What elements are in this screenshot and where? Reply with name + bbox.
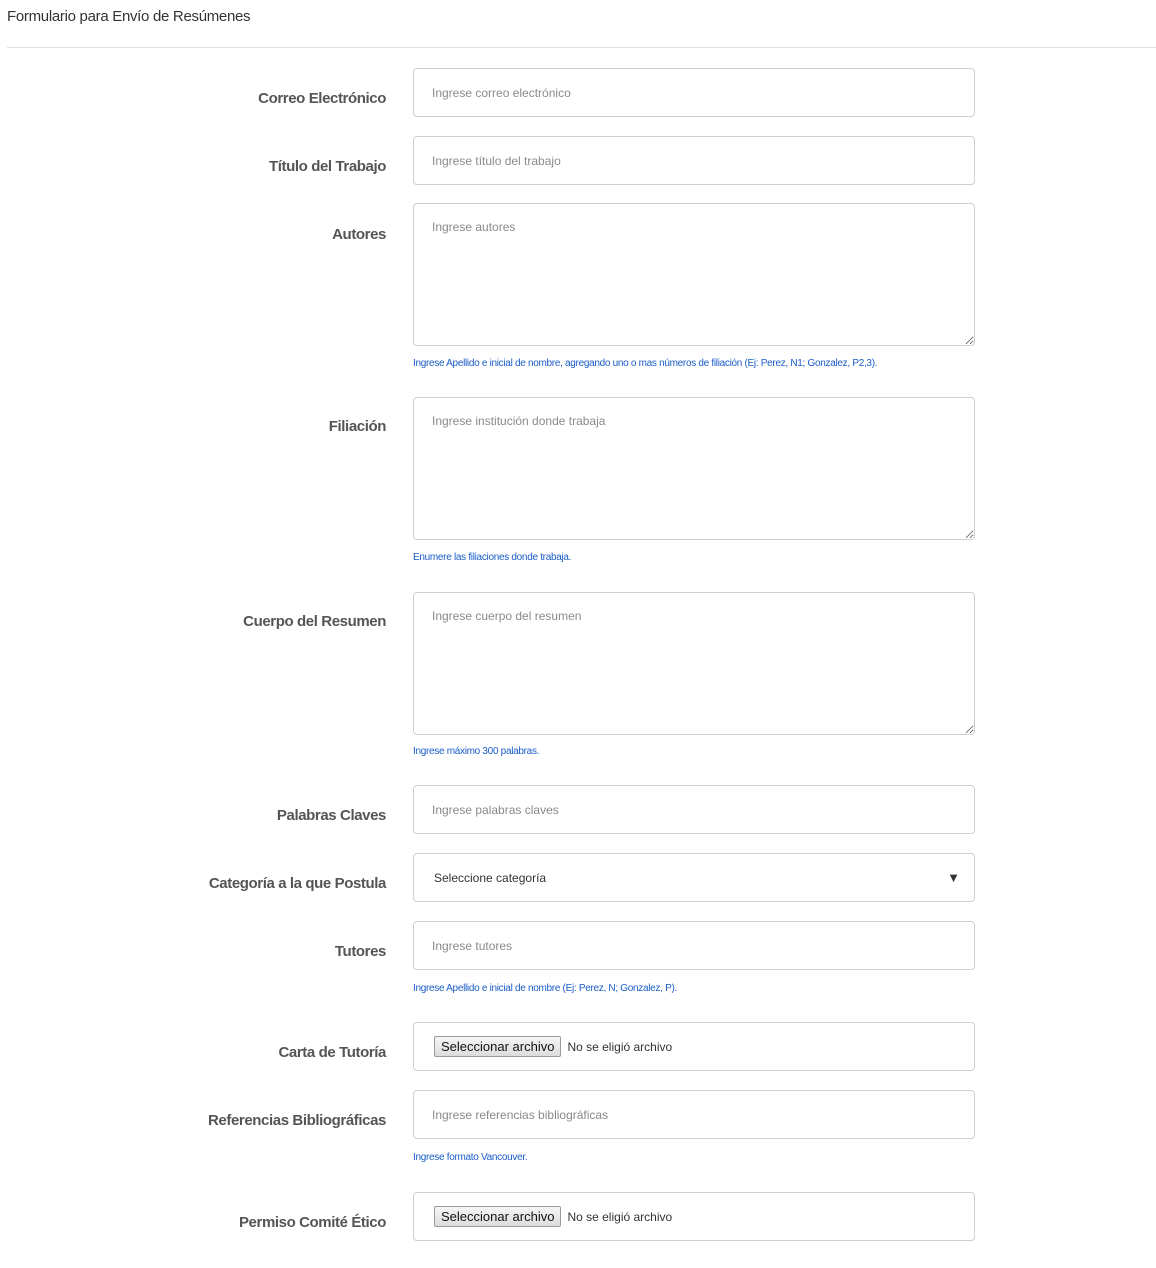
email-label: Correo Electrónico [258, 90, 386, 107]
keywords-field[interactable] [413, 785, 975, 834]
authors-help-text: Ingrese Apellido e inicial de nombre, ag… [413, 358, 878, 369]
references-help-text: Ingrese formato Vancouver. [413, 1152, 528, 1163]
email-field[interactable] [413, 68, 975, 117]
abstract-body-textarea[interactable] [413, 592, 975, 735]
abstract-body-help-text: Ingrese máximo 300 palabras. [413, 746, 540, 757]
tutor-letter-file-status: No se eligió archivo [567, 1039, 673, 1054]
category-select[interactable]: Seleccione categoría ▼ [413, 853, 975, 902]
category-label: Categoría a la que Postula [208, 875, 387, 892]
references-field[interactable] [413, 1090, 975, 1139]
tutors-label: Tutores [334, 943, 386, 960]
affiliation-textarea[interactable] [413, 397, 975, 540]
tutor-letter-select-file-button[interactable]: Seleccionar archivo [434, 1036, 562, 1057]
chevron-down-icon: ▼ [947, 870, 960, 885]
authors-label: Autores [332, 226, 386, 243]
tutors-help-text: Ingrese Apellido e inicial de nombre (Ej… [413, 983, 677, 994]
keywords-label: Palabras Claves [276, 807, 386, 824]
title-field[interactable] [413, 136, 975, 185]
affiliation-label: Filiación [328, 418, 387, 435]
authors-textarea[interactable] [413, 203, 975, 346]
ethics-permit-label: Permiso Comité Ético [238, 1214, 386, 1231]
tutor-letter-label: Carta de Tutoría [278, 1044, 386, 1061]
ethics-permit-select-file-button[interactable]: Seleccionar archivo [434, 1206, 562, 1227]
title-label: Título del Trabajo [269, 158, 386, 175]
tutor-letter-file-input[interactable]: Seleccionar archivo No se eligió archivo [413, 1022, 975, 1071]
ethics-permit-file-input[interactable]: Seleccionar archivo No se eligió archivo [413, 1192, 975, 1241]
references-label: Referencias Bibliográficas [207, 1112, 386, 1129]
abstract-body-label: Cuerpo del Resumen [243, 613, 386, 630]
tutors-field[interactable] [413, 921, 975, 970]
header-divider [7, 47, 1156, 48]
ethics-permit-file-status: No se eligió archivo [567, 1209, 673, 1224]
category-selected-value: Seleccione categoría [434, 870, 547, 885]
affiliation-help-text: Enumere las filiaciones donde trabaja. [413, 552, 572, 563]
page-title: Formulario para Envío de Resúmenes [7, 8, 251, 25]
